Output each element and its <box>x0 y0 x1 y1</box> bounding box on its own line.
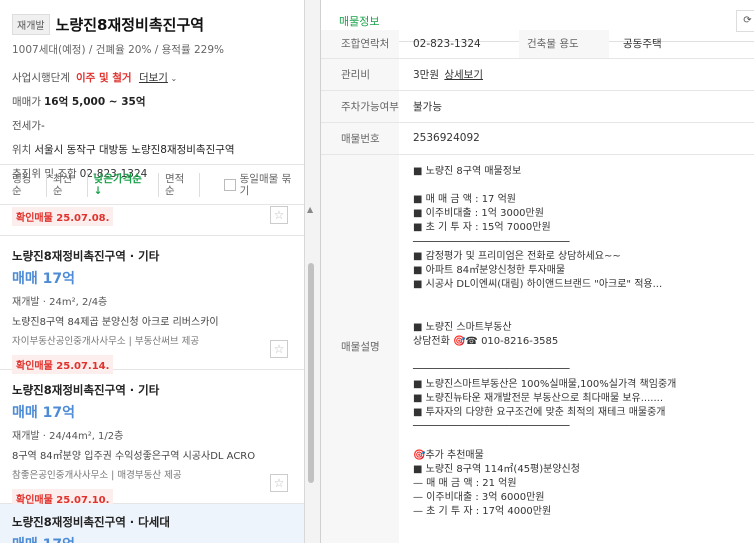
list-item[interactable]: 노량진8재정비촉진구역 · 기타 매매 17억 재개발 · 24m², 2/4층… <box>0 236 304 374</box>
row-value: 02-823-1324 <box>399 30 519 59</box>
jeonse-value: - <box>40 120 45 132</box>
list-scrollbar[interactable]: ▲ <box>306 205 316 495</box>
listing-description: ■ 노량진 8구역 매물정보 ■ 매 매 금 액 : 17 억원 ■ 이주비대출… <box>413 165 677 518</box>
listing-title: 노량진8재정비촉진구역 · 다세대 <box>12 515 170 529</box>
row-key: 건축물 용도 <box>519 30 609 59</box>
listing-agent: 참좋은공인중개사사무소 | 매경부동산 제공 <box>12 470 182 481</box>
row-value: 불가능 <box>399 90 754 123</box>
sort-latest[interactable]: 최신순 <box>47 172 88 197</box>
refresh-icon[interactable]: ⟳ <box>736 10 754 32</box>
listing-panel: 재개발 노량진8재정비촉진구역 1007세대(예정) / 건폐율 20% / 용… <box>0 0 305 543</box>
star-icon[interactable]: ☆ <box>270 206 288 224</box>
scrollbar-thumb[interactable] <box>308 263 314 483</box>
listing-list: 확인매물 25.07.08. ☆ 노량진8재정비촉진구역 · 기타 매매 17억… <box>0 206 304 543</box>
complex-title: 노량진8재정비촉진구역 <box>55 16 205 34</box>
sort-area[interactable]: 면적순 <box>159 172 200 197</box>
group-same-checkbox[interactable] <box>223 178 236 191</box>
listing-info-table: 조합연락처 02-823-1324 건축물 용도 공동주택 관리비 3만원 상세… <box>321 30 754 543</box>
type-tag: 재개발 <box>12 14 50 35</box>
verified-badge: 확인매물 25.07.08. <box>12 207 114 226</box>
more-link[interactable]: 더보기 <box>139 72 168 84</box>
group-same-toggle[interactable]: 동일매물 묶기 <box>218 173 304 197</box>
listing-detail: 재개발 · 24m², 2/4층 <box>12 297 108 308</box>
listing-title: 노량진8재정비촉진구역 · 기타 <box>12 249 160 263</box>
sort-low-price[interactable]: 낮은가격순 ↓ <box>88 172 159 197</box>
group-same-label: 동일매물 묶기 <box>239 172 292 197</box>
row-value: 3만원 <box>413 68 440 81</box>
listing-detail: 재개발 · 24/44m², 1/2층 <box>12 431 124 442</box>
location-value: 서울시 동작구 대방동 노량진8재정비촉진구역 <box>34 144 235 156</box>
row-key: 주차가능여부 <box>321 90 399 123</box>
row-key: 매물번호 <box>321 122 399 155</box>
row-key: 조합연락처 <box>321 30 399 59</box>
list-item[interactable]: 노량진8재정비촉진구역 · 다세대 매매 17억 <box>0 504 304 543</box>
list-item[interactable]: 노량진8재정비촉진구역 · 기타 매매 17억 재개발 · 24/44m², 1… <box>0 370 304 508</box>
star-icon[interactable]: ☆ <box>270 474 288 492</box>
row-key: 매물설명 <box>321 154 399 543</box>
listing-agent: 자이부동산공인중개사사무소 | 부동산써브 제공 <box>12 336 200 347</box>
listing-price: 매매 17억 <box>12 405 75 421</box>
complex-subinfo: 1007세대(예정) / 건폐율 20% / 용적률 229% <box>12 44 224 56</box>
listing-price: 매매 17억 <box>12 271 75 287</box>
detail-panel: 매물정보 ⟳ 조합연락처 02-823-1324 건축물 용도 공동주택 관리비… <box>321 0 754 543</box>
location-label: 위치 <box>12 144 32 156</box>
row-value: 2536924092 <box>399 122 754 155</box>
tab-listing-info[interactable]: 매물정보 <box>339 13 379 29</box>
jeonse-label: 전세가 <box>12 120 41 132</box>
row-key: 관리비 <box>321 58 399 91</box>
listing-price: 매매 17억 <box>12 534 292 543</box>
sale-price-value: 16억 5,000 ~ 35억 <box>43 96 146 108</box>
listing-desc: 8구역 84㎡분양 입주권 수익성좋은구역 시공사DL ACRO <box>12 451 256 462</box>
row-value: 공동주택 <box>609 30 754 59</box>
listing-desc: 노량진8구역 84제곱 분양신청 아크로 리버스카이 <box>12 317 219 328</box>
stage-label: 사업시행단계 <box>12 72 70 84</box>
stage-value: 이주 및 철거 <box>75 72 132 84</box>
listing-title: 노량진8재정비촉진구역 · 기타 <box>12 383 160 397</box>
sale-price-label: 매매가 <box>12 96 41 108</box>
chevron-down-icon[interactable]: ⌄ <box>168 74 177 83</box>
detail-link[interactable]: 상세보기 <box>444 69 483 81</box>
scroll-up-icon[interactable]: ▲ <box>307 205 313 214</box>
star-icon[interactable]: ☆ <box>270 340 288 358</box>
complex-summary: 재개발 노량진8재정비촉진구역 1007세대(예정) / 건폐율 20% / 용… <box>0 0 304 180</box>
list-item[interactable]: 확인매물 25.07.08. ☆ <box>0 206 304 236</box>
sort-ranking[interactable]: 랭킹순 <box>12 172 47 197</box>
